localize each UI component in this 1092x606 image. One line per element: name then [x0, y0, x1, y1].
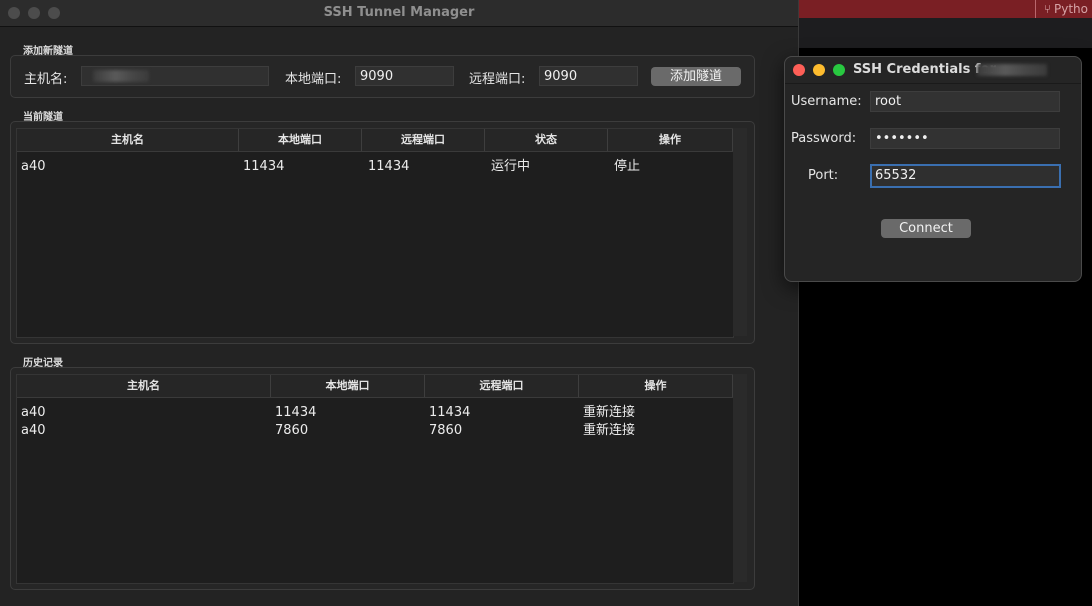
remote-port-label: 远程端口:	[469, 72, 526, 87]
host-label: 主机名:	[24, 72, 68, 87]
column-header[interactable]: 远程端口	[362, 129, 485, 151]
zoom-button[interactable]	[48, 7, 60, 19]
add-tunnel-button[interactable]: 添加隧道	[651, 67, 741, 86]
dialog-window-controls	[793, 64, 845, 76]
port-input[interactable]: 65532	[870, 164, 1061, 188]
table-row[interactable]: a40 7860 7860 重新连接	[17, 422, 733, 440]
table-row[interactable]: a40 11434 11434 运行中 停止	[17, 158, 733, 176]
redacted-host-mask	[93, 70, 149, 82]
close-button[interactable]	[8, 7, 20, 19]
dialog-close-button[interactable]	[793, 64, 805, 76]
column-header[interactable]: 主机名	[17, 129, 239, 151]
column-header[interactable]: 远程端口	[425, 375, 579, 397]
dialog-titlebar: SSH Credentials for	[785, 57, 1081, 84]
column-header[interactable]: 状态	[485, 129, 608, 151]
column-header[interactable]: 主机名	[17, 375, 271, 397]
column-header[interactable]: 本地端口	[271, 375, 425, 397]
column-header[interactable]: 操作	[608, 129, 733, 151]
connect-button[interactable]: Connect	[881, 219, 971, 238]
table-row[interactable]: a40 11434 11434 重新连接	[17, 404, 733, 422]
cell-host: a40	[21, 423, 46, 438]
python-label: Pytho	[1054, 2, 1088, 16]
cell-remote-port: 7860	[429, 423, 463, 438]
add-tunnel-group: 主机名: 本地端口: 9090 远程端口: 9090 添加隧道	[10, 55, 755, 98]
background-toolbar	[798, 18, 1092, 48]
cell-local-port: 11434	[243, 159, 285, 174]
history-scrollbar[interactable]	[733, 374, 747, 582]
cell-host: a40	[21, 159, 46, 174]
column-header[interactable]: 操作	[579, 375, 733, 397]
cell-local-port: 11434	[275, 405, 317, 420]
dialog-title: SSH Credentials for	[853, 62, 996, 77]
cell-local-port: 7860	[275, 423, 309, 438]
reconnect-action[interactable]: 重新连接	[579, 404, 733, 422]
remote-port-input[interactable]: 9090	[539, 66, 638, 86]
history-table: 主机名 本地端口 远程端口 操作 a40 11434 11434 重新连接 a4…	[16, 374, 734, 584]
username-label: Username:	[791, 94, 862, 109]
history-header: 主机名 本地端口 远程端口 操作	[17, 375, 733, 398]
ssh-credentials-dialog: SSH Credentials for Username: root Passw…	[784, 56, 1082, 282]
reconnect-action[interactable]: 重新连接	[579, 422, 733, 440]
redacted-host-mask	[977, 64, 1047, 76]
window-controls	[8, 7, 60, 19]
history-group: 主机名 本地端口 远程端口 操作 a40 11434 11434 重新连接 a4…	[10, 367, 755, 590]
column-header[interactable]: 本地端口	[239, 129, 362, 151]
main-window: SSH Tunnel Manager 添加新隧道 主机名: 本地端口: 9090…	[0, 0, 799, 606]
dialog-zoom-button[interactable]	[833, 64, 845, 76]
password-input[interactable]: •••••••	[870, 128, 1060, 149]
window-title: SSH Tunnel Manager	[323, 5, 475, 20]
current-tunnels-scrollbar[interactable]	[733, 128, 747, 336]
minimize-button[interactable]	[28, 7, 40, 19]
python-status-item[interactable]: ⑂ Pytho	[1034, 0, 1092, 18]
local-port-input[interactable]: 9090	[355, 66, 454, 86]
port-label: Port:	[808, 168, 839, 183]
cell-remote-port: 11434	[368, 159, 410, 174]
local-port-label: 本地端口:	[285, 72, 342, 87]
current-tunnels-group: 主机名 本地端口 远程端口 状态 操作 a40 11434 11434 运行中 …	[10, 121, 755, 344]
branch-icon: ⑂	[1043, 2, 1051, 16]
current-tunnels-table: 主机名 本地端口 远程端口 状态 操作 a40 11434 11434 运行中 …	[16, 128, 734, 338]
main-titlebar: SSH Tunnel Manager	[0, 0, 798, 27]
stop-action[interactable]: 停止	[608, 158, 733, 176]
current-tunnels-header: 主机名 本地端口 远程端口 状态 操作	[17, 129, 733, 152]
cell-remote-port: 11434	[429, 405, 471, 420]
username-input[interactable]: root	[870, 91, 1060, 112]
cell-host: a40	[21, 405, 46, 420]
dialog-minimize-button[interactable]	[813, 64, 825, 76]
cell-status: 运行中	[491, 159, 531, 174]
password-label: Password:	[791, 131, 857, 146]
